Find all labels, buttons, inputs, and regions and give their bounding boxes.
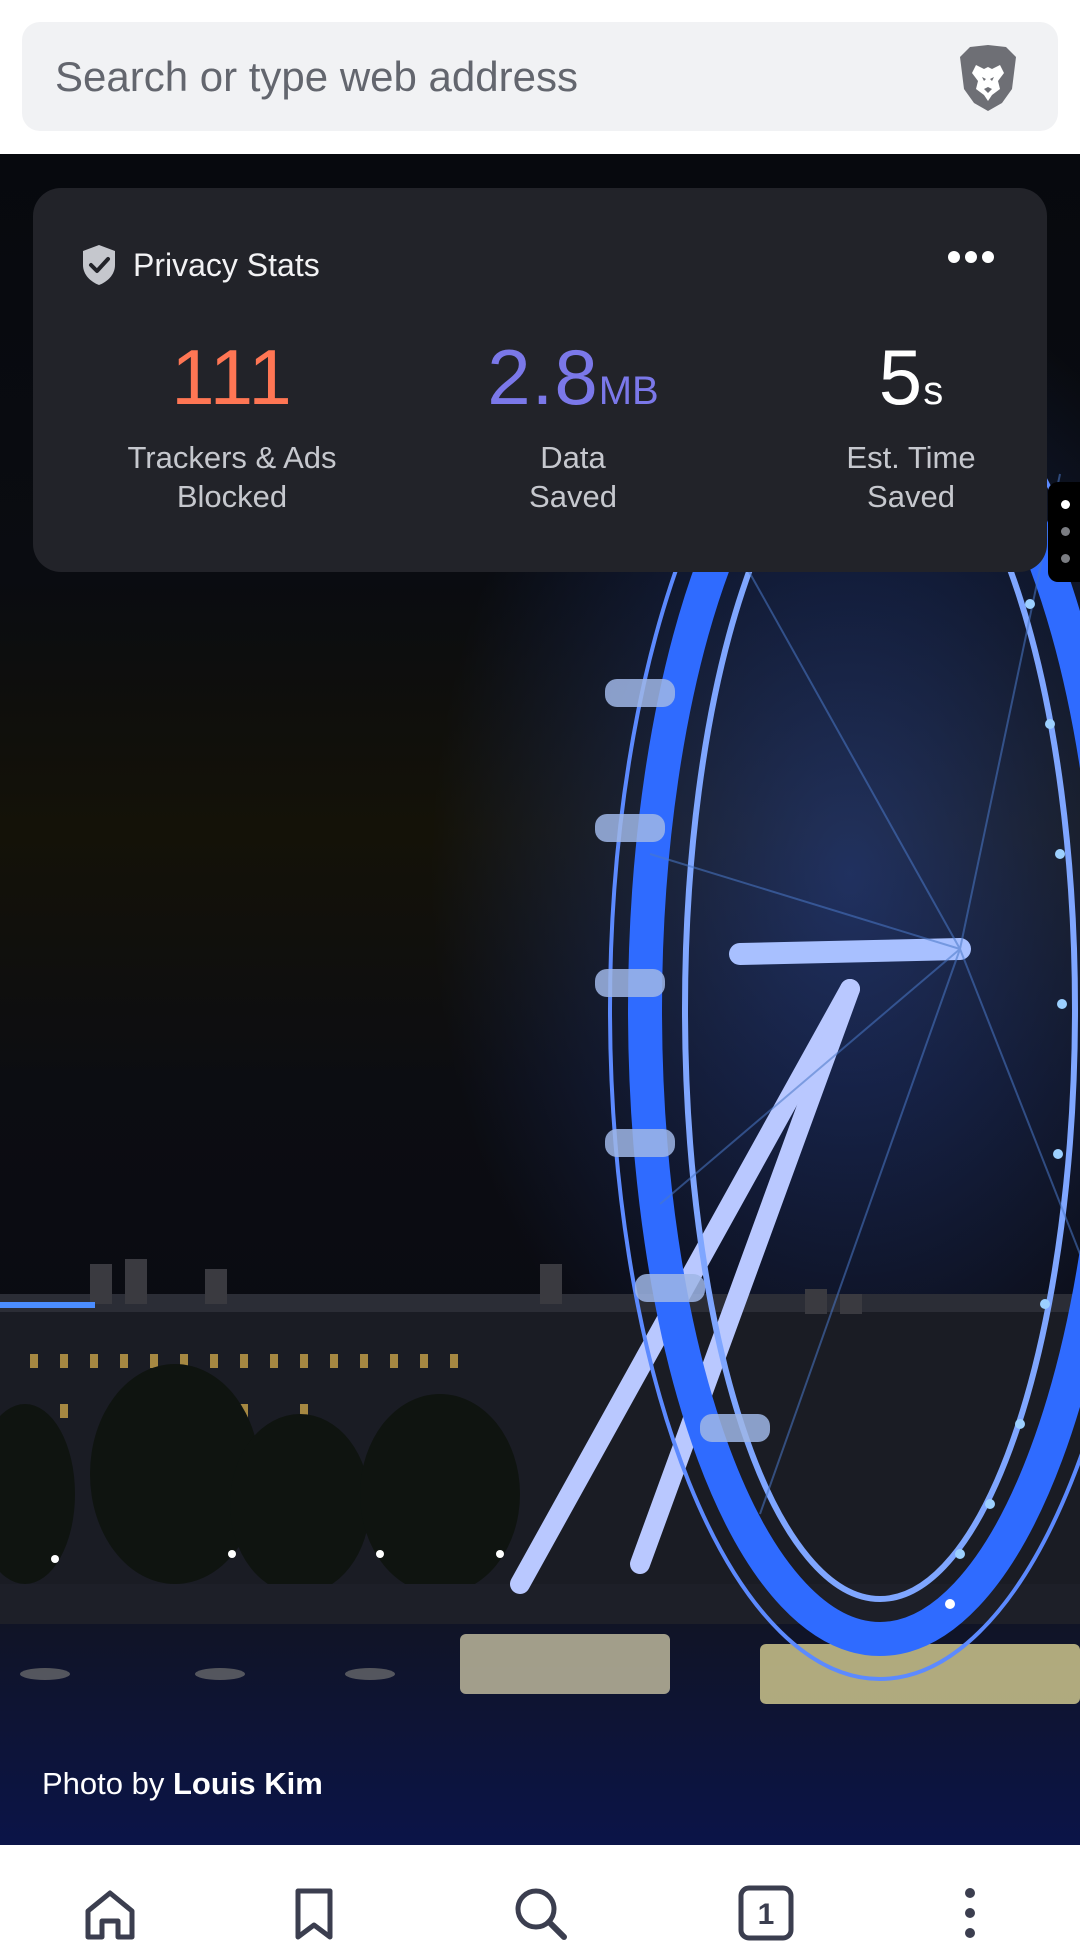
trackers-count: 111 xyxy=(171,333,293,421)
data-saved-number: 2.8 xyxy=(487,333,599,421)
photo-credit-prefix: Photo by xyxy=(42,1766,165,1801)
trackers-label-line1: Trackers & Ads xyxy=(127,440,337,475)
brave-lion-icon[interactable] xyxy=(956,43,1020,113)
search-icon xyxy=(515,1888,567,1940)
trackers-label-line2: Blocked xyxy=(176,479,288,514)
trackers-label: Trackers & Ads Blocked xyxy=(72,438,392,516)
home-icon xyxy=(85,1890,135,1940)
stat-trackers-blocked: 111 Trackers & Ads Blocked xyxy=(72,338,392,516)
privacy-stats-title: Privacy Stats xyxy=(133,246,320,283)
privacy-stats-header: Privacy Stats xyxy=(79,240,320,290)
more-horizontal-icon[interactable] xyxy=(947,250,995,264)
data-saved-label: Data Saved xyxy=(413,438,733,516)
stat-time-saved: 5s Est. Time Saved xyxy=(751,338,1071,516)
time-saved-unit: s xyxy=(923,369,944,413)
menu-button[interactable] xyxy=(910,1845,1030,1941)
photo-credit[interactable]: Photo by Louis Kim xyxy=(42,1766,323,1802)
time-saved-label-line1: Est. Time xyxy=(846,440,976,475)
time-saved-value: 5s xyxy=(751,338,1071,424)
bookmarks-button[interactable] xyxy=(254,1845,374,1941)
page-dot[interactable] xyxy=(1061,554,1070,563)
tabs-icon: 1 xyxy=(738,1885,794,1941)
bottom-toolbar: 1 xyxy=(0,1845,1080,1941)
time-saved-label: Est. Time Saved xyxy=(751,438,1071,516)
home-button[interactable] xyxy=(50,1845,170,1941)
photo-credit-author[interactable]: Louis Kim xyxy=(173,1766,323,1801)
address-bar-placeholder[interactable]: Search or type web address xyxy=(55,22,578,131)
tabs-button[interactable]: 1 xyxy=(706,1845,826,1941)
stat-data-saved: 2.8MB Data Saved xyxy=(413,338,733,516)
shield-check-icon xyxy=(83,245,115,285)
data-saved-label-line2: Saved xyxy=(529,479,617,514)
data-saved-value: 2.8MB xyxy=(413,338,733,424)
more-vertical-icon xyxy=(965,1888,975,1938)
top-bar: Search or type web address xyxy=(0,0,1080,154)
tabs-count: 1 xyxy=(758,1898,775,1931)
data-saved-label-line1: Data xyxy=(540,440,606,475)
privacy-stats-card[interactable]: Privacy Stats 111 Trackers & Ads Blocked… xyxy=(33,188,1047,572)
bookmark-icon xyxy=(295,1888,333,1940)
data-saved-unit: MB xyxy=(598,369,659,413)
page-dot[interactable] xyxy=(1061,527,1070,536)
time-saved-label-line2: Saved xyxy=(867,479,955,514)
address-bar[interactable]: Search or type web address xyxy=(22,22,1058,131)
search-button[interactable] xyxy=(480,1845,600,1941)
time-saved-number: 5 xyxy=(878,333,924,421)
